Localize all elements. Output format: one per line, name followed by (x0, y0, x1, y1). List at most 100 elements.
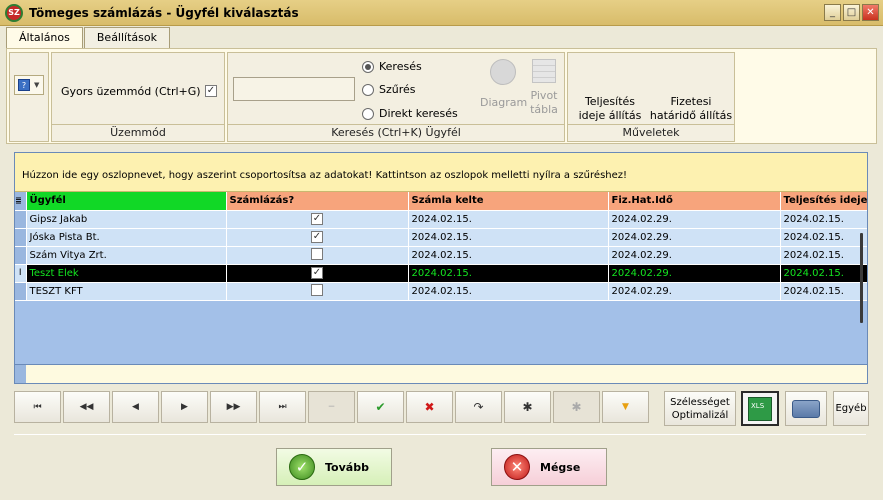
billing-checkbox[interactable]: ✓ (311, 231, 323, 243)
cell-due-date[interactable]: 2024.02.29. (608, 246, 781, 265)
cell-invoice-date[interactable]: 2024.02.15. (408, 282, 609, 301)
layout-dropdown[interactable]: ? ▼ (14, 75, 44, 95)
column-header-fulfil-date[interactable]: Teljesítés ideje (780, 192, 867, 211)
cell-billing[interactable]: ✓ (226, 228, 409, 247)
radio-direct-search[interactable]: Direkt keresés (362, 107, 458, 120)
first-record-button[interactable]: ⏮ (14, 391, 61, 423)
cell-invoice-date[interactable]: 2024.02.15. (408, 246, 609, 265)
post-record-button[interactable]: ✔ (357, 391, 404, 423)
prev-page-button[interactable]: ◀◀ (63, 391, 110, 423)
cell-fulfil-date[interactable]: 2024.02.15. (780, 246, 867, 265)
cell-fulfil-date[interactable]: 2024.02.15. (780, 210, 867, 229)
quick-mode-checkbox[interactable]: ✓ (205, 85, 217, 97)
chevron-down-icon: ▼ (34, 81, 40, 89)
print-button[interactable] (785, 391, 827, 426)
column-header-customer[interactable]: Ügyfél (26, 192, 227, 211)
optimize-width-line1: Szélességet (670, 396, 730, 408)
cell-invoice-date[interactable]: 2024.02.15. (408, 264, 609, 283)
set-due-date-button[interactable]: Fizetesi határidő állítás (648, 95, 734, 123)
cell-billing[interactable]: ✓ (226, 264, 409, 283)
pivot-label-2: tábla (530, 103, 558, 116)
cell-due-date[interactable]: 2024.02.29. (608, 210, 781, 229)
excel-save-icon: XLS (748, 396, 772, 421)
next-page-button[interactable]: ▶▶ (210, 391, 257, 423)
search-input[interactable] (233, 77, 355, 101)
cell-fulfil-date[interactable]: 2024.02.15. (780, 228, 867, 247)
append-record-button[interactable]: ✱ (553, 391, 600, 423)
filter-row-indicator (15, 365, 26, 383)
search-group-label: Keresés (Ctrl+K) Ügyfél (228, 124, 564, 141)
radio-filter[interactable]: Szűrés (362, 83, 416, 96)
radio-search[interactable]: Keresés (362, 60, 422, 73)
cancel-record-button[interactable]: ✖ (406, 391, 453, 423)
cancel-label: Mégse (540, 460, 581, 474)
continue-label: Tovább (325, 460, 369, 474)
optimize-width-line2: Optimalizál (671, 409, 729, 421)
next-record-button[interactable]: ▶ (161, 391, 208, 423)
cell-fulfil-date[interactable]: 2024.02.15. (780, 264, 867, 283)
continue-button[interactable]: ✓ Tovább (276, 448, 392, 486)
window-title: Tömeges számlázás - Ügyfél kiválasztás (29, 5, 299, 20)
refresh-button[interactable]: ↷ (455, 391, 502, 423)
tab-settings[interactable]: Beállítások (83, 27, 170, 48)
cell-billing[interactable]: ✓ (226, 210, 409, 229)
last-record-button[interactable]: ⏭ (259, 391, 306, 423)
cell-due-date[interactable]: 2024.02.29. (608, 228, 781, 247)
table-row[interactable]: TESZT KFT 2024.02.15. 2024.02.29. 2024.0… (15, 282, 867, 301)
cell-invoice-date[interactable]: 2024.02.15. (408, 228, 609, 247)
cell-fulfil-date[interactable]: 2024.02.15. (780, 282, 867, 301)
billing-checkbox[interactable]: ✓ (311, 213, 323, 225)
cell-customer[interactable]: Jóska Pista Bt. (26, 228, 227, 247)
table-row[interactable]: Szám Vitya Zrt. 2024.02.15. 2024.02.29. … (15, 246, 867, 265)
cell-due-date[interactable]: 2024.02.29. (608, 264, 781, 283)
prev-record-button[interactable]: ◀ (112, 391, 159, 423)
cell-customer[interactable]: TESZT KFT (26, 282, 227, 301)
cell-customer[interactable]: Teszt Elek (26, 264, 227, 283)
printer-icon (792, 399, 820, 418)
quick-mode-label: Gyors üzemmód (Ctrl+G) (61, 85, 201, 98)
table-row[interactable]: Gipsz Jakab ✓ 2024.02.15. 2024.02.29. 20… (15, 210, 867, 229)
column-chooser-icon[interactable]: ≣ (15, 192, 27, 211)
tab-general[interactable]: Általános (6, 27, 83, 49)
table-header-row: ≣ Ügyfél Számlázás? Számla kelte Fiz.Hat… (15, 192, 867, 211)
cell-customer[interactable]: Gipsz Jakab (26, 210, 227, 229)
customer-grid: Húzzon ide egy oszlopnevet, hogy aszerin… (14, 152, 868, 384)
mode-group-label: Üzemmód (52, 124, 224, 141)
diagram-button[interactable]: Diagram (480, 59, 527, 110)
optimize-width-button[interactable]: Szélességet Optimalizál (664, 391, 736, 426)
table-row-selected[interactable]: I Teszt Elek ✓ 2024.02.15. 2024.02.29. 2… (15, 264, 867, 283)
column-header-billing[interactable]: Számlázás? (226, 192, 409, 211)
set-fulfil-date-button[interactable]: Teljesítés ideje állítás (572, 95, 648, 123)
cell-customer[interactable]: Szám Vitya Zrt. (26, 246, 227, 265)
pivot-button[interactable]: Pivot tábla (524, 59, 564, 117)
billing-checkbox[interactable] (311, 283, 323, 296)
pivot-table-icon (532, 59, 556, 83)
close-button[interactable]: ✕ (862, 4, 879, 21)
cell-billing[interactable] (226, 246, 409, 265)
text-cursor-icon: I (15, 264, 27, 283)
radio-filter-dot (362, 83, 374, 96)
scrollbar-thumb[interactable] (860, 233, 863, 323)
column-header-invoice-date[interactable]: Számla kelte (408, 192, 609, 211)
cell-billing[interactable] (226, 282, 409, 301)
export-excel-button[interactable]: XLS (741, 391, 779, 426)
table-row[interactable]: Jóska Pista Bt. ✓ 2024.02.15. 2024.02.29… (15, 228, 867, 247)
app-logo-text: SZ (8, 8, 20, 17)
cancel-button[interactable]: ✕ Mégse (491, 448, 607, 486)
other-button[interactable]: Egyéb (833, 391, 869, 426)
filter-row[interactable] (15, 364, 867, 383)
column-header-due-date[interactable]: Fiz.Hat.Idő (608, 192, 781, 211)
cell-invoice-date[interactable]: 2024.02.15. (408, 210, 609, 229)
billing-checkbox[interactable] (311, 247, 323, 260)
delete-record-button[interactable]: − (308, 391, 355, 423)
billing-checkbox[interactable]: ✓ (311, 267, 323, 279)
insert-record-button[interactable]: ✱ (504, 391, 551, 423)
minimize-button[interactable]: _ (824, 4, 841, 21)
radio-search-label: Keresés (379, 60, 422, 73)
filter-button[interactable]: ▼ (602, 391, 649, 423)
maximize-button[interactable]: □ (843, 4, 860, 21)
vertical-scrollbar[interactable] (858, 233, 866, 323)
cell-due-date[interactable]: 2024.02.29. (608, 282, 781, 301)
footer-divider (14, 434, 866, 435)
record-navigator: ⏮ ◀◀ ◀ ▶ ▶▶ ⏭ − ✔ ✖ ↷ ✱ ✱ ▼ (14, 391, 649, 423)
